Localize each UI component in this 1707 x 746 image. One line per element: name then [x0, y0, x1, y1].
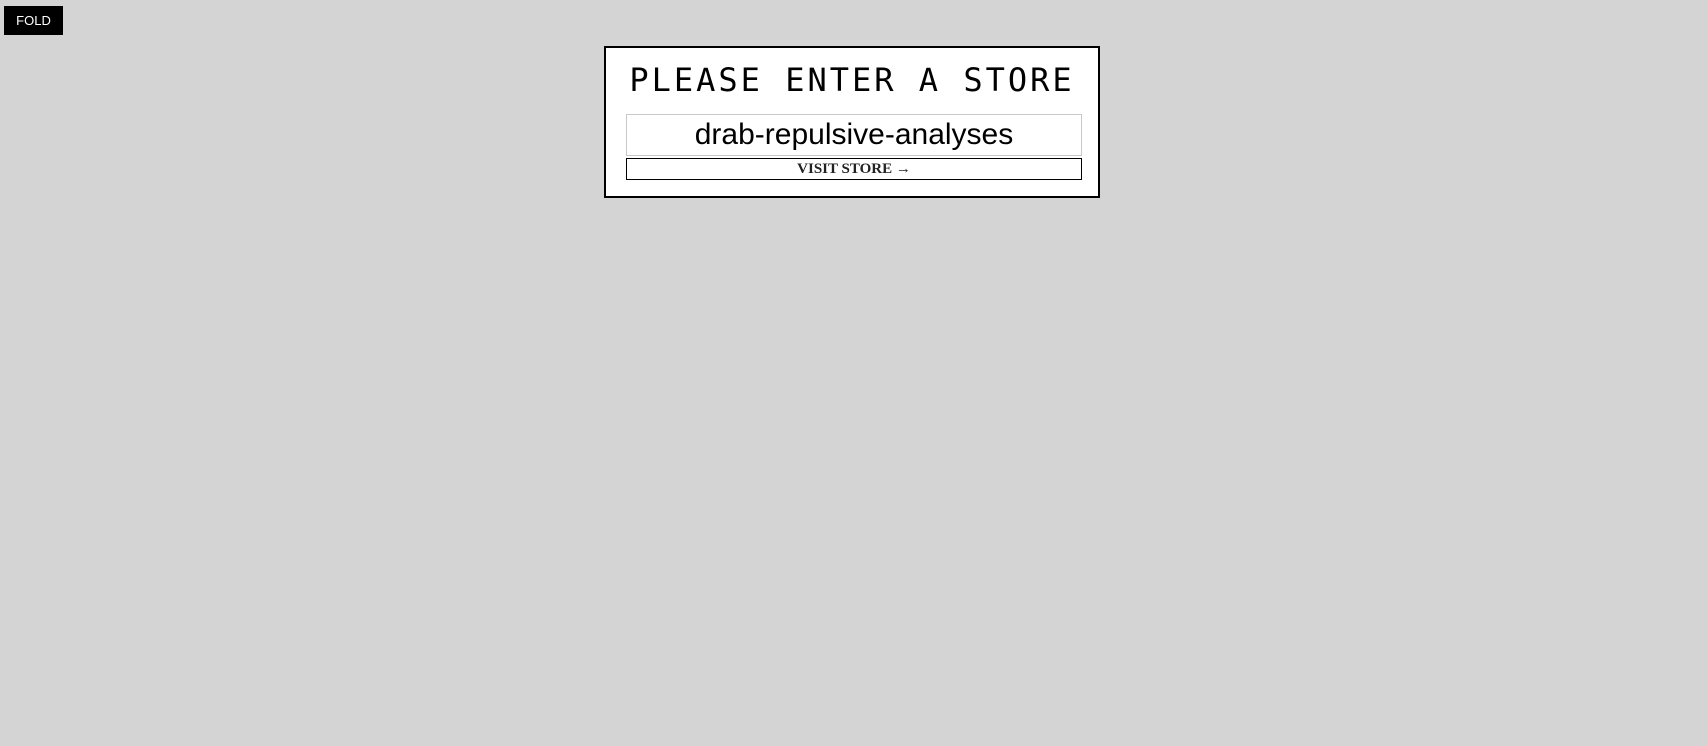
store-name-input[interactable] [626, 114, 1082, 156]
fold-button[interactable]: FOLD [4, 6, 63, 35]
visit-store-button[interactable]: VISIT STORE → [626, 158, 1082, 180]
store-entry-card: Please enter a store VISIT STORE → [604, 46, 1100, 198]
store-entry-title: Please enter a store [629, 61, 1075, 99]
